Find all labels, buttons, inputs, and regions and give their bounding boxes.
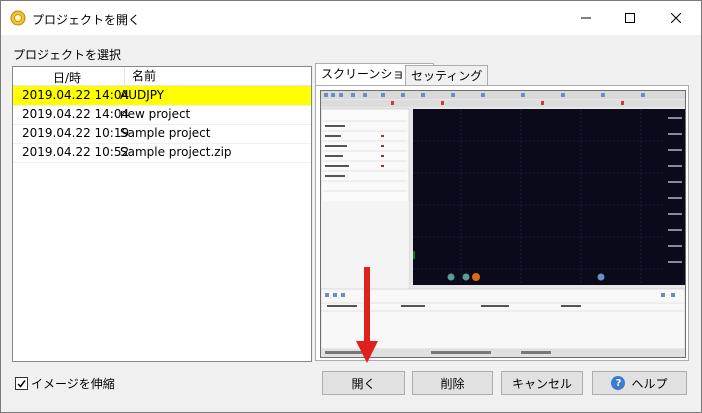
- help-button[interactable]: ? ヘルプ: [592, 371, 687, 395]
- column-header-name[interactable]: 名前: [124, 67, 156, 85]
- open-button[interactable]: 開く: [322, 371, 405, 395]
- table-row[interactable]: 2019.04.22 10:19 Sample project: [13, 124, 311, 144]
- close-button[interactable]: [653, 1, 699, 35]
- help-label: ヘルプ: [631, 376, 668, 391]
- row-date: 2019.04.22 14:04: [22, 107, 130, 121]
- row-name: AUDJPY: [120, 88, 165, 102]
- tab-settings[interactable]: セッティング: [405, 65, 489, 86]
- stretch-image-checkbox[interactable]: イメージを伸縮: [15, 375, 115, 392]
- row-name: Sample project.zip: [120, 145, 232, 159]
- red-arrow-annotation: [356, 267, 378, 363]
- checkmark-icon: [17, 380, 26, 388]
- maximize-icon: [625, 13, 635, 23]
- row-date: 2019.04.22 10:19: [22, 126, 130, 140]
- table-row[interactable]: 2019.04.22 14:04 AUDJPY: [13, 86, 311, 106]
- row-name: Sample project: [120, 126, 211, 140]
- title-bar: プロジェクトを開く: [1, 1, 701, 35]
- table-row[interactable]: 2019.04.22 10:52 Sample project.zip: [13, 143, 311, 163]
- minimize-icon: [581, 17, 591, 19]
- checkbox-box[interactable]: [15, 377, 28, 390]
- app-icon: [10, 10, 26, 26]
- stretch-image-label: イメージを伸縮: [31, 377, 115, 391]
- table-row[interactable]: 2019.04.22 14:04 new project: [13, 105, 311, 125]
- open-project-dialog: プロジェクトを開く プロジェクトを選択 日/時 名前 2019.04.22 14…: [0, 0, 702, 413]
- window-title: プロジェクトを開く: [32, 13, 141, 27]
- cancel-button[interactable]: キャンセル: [501, 371, 583, 395]
- project-list[interactable]: 日/時 名前 2019.04.22 14:04 AUDJPY 2019.04.2…: [12, 66, 312, 362]
- question-mark-icon: ?: [611, 376, 626, 390]
- minimize-button[interactable]: [563, 1, 609, 35]
- row-date: 2019.04.22 10:52: [22, 145, 130, 159]
- close-icon: [671, 13, 681, 23]
- maximize-button[interactable]: [607, 1, 653, 35]
- column-header-date[interactable]: 日/時: [53, 69, 81, 86]
- row-name: new project: [120, 107, 191, 121]
- row-date: 2019.04.22 14:04: [22, 88, 130, 102]
- project-select-label: プロジェクトを選択: [13, 48, 122, 62]
- list-header: 日/時 名前: [13, 67, 311, 86]
- delete-button[interactable]: 削除: [412, 371, 493, 395]
